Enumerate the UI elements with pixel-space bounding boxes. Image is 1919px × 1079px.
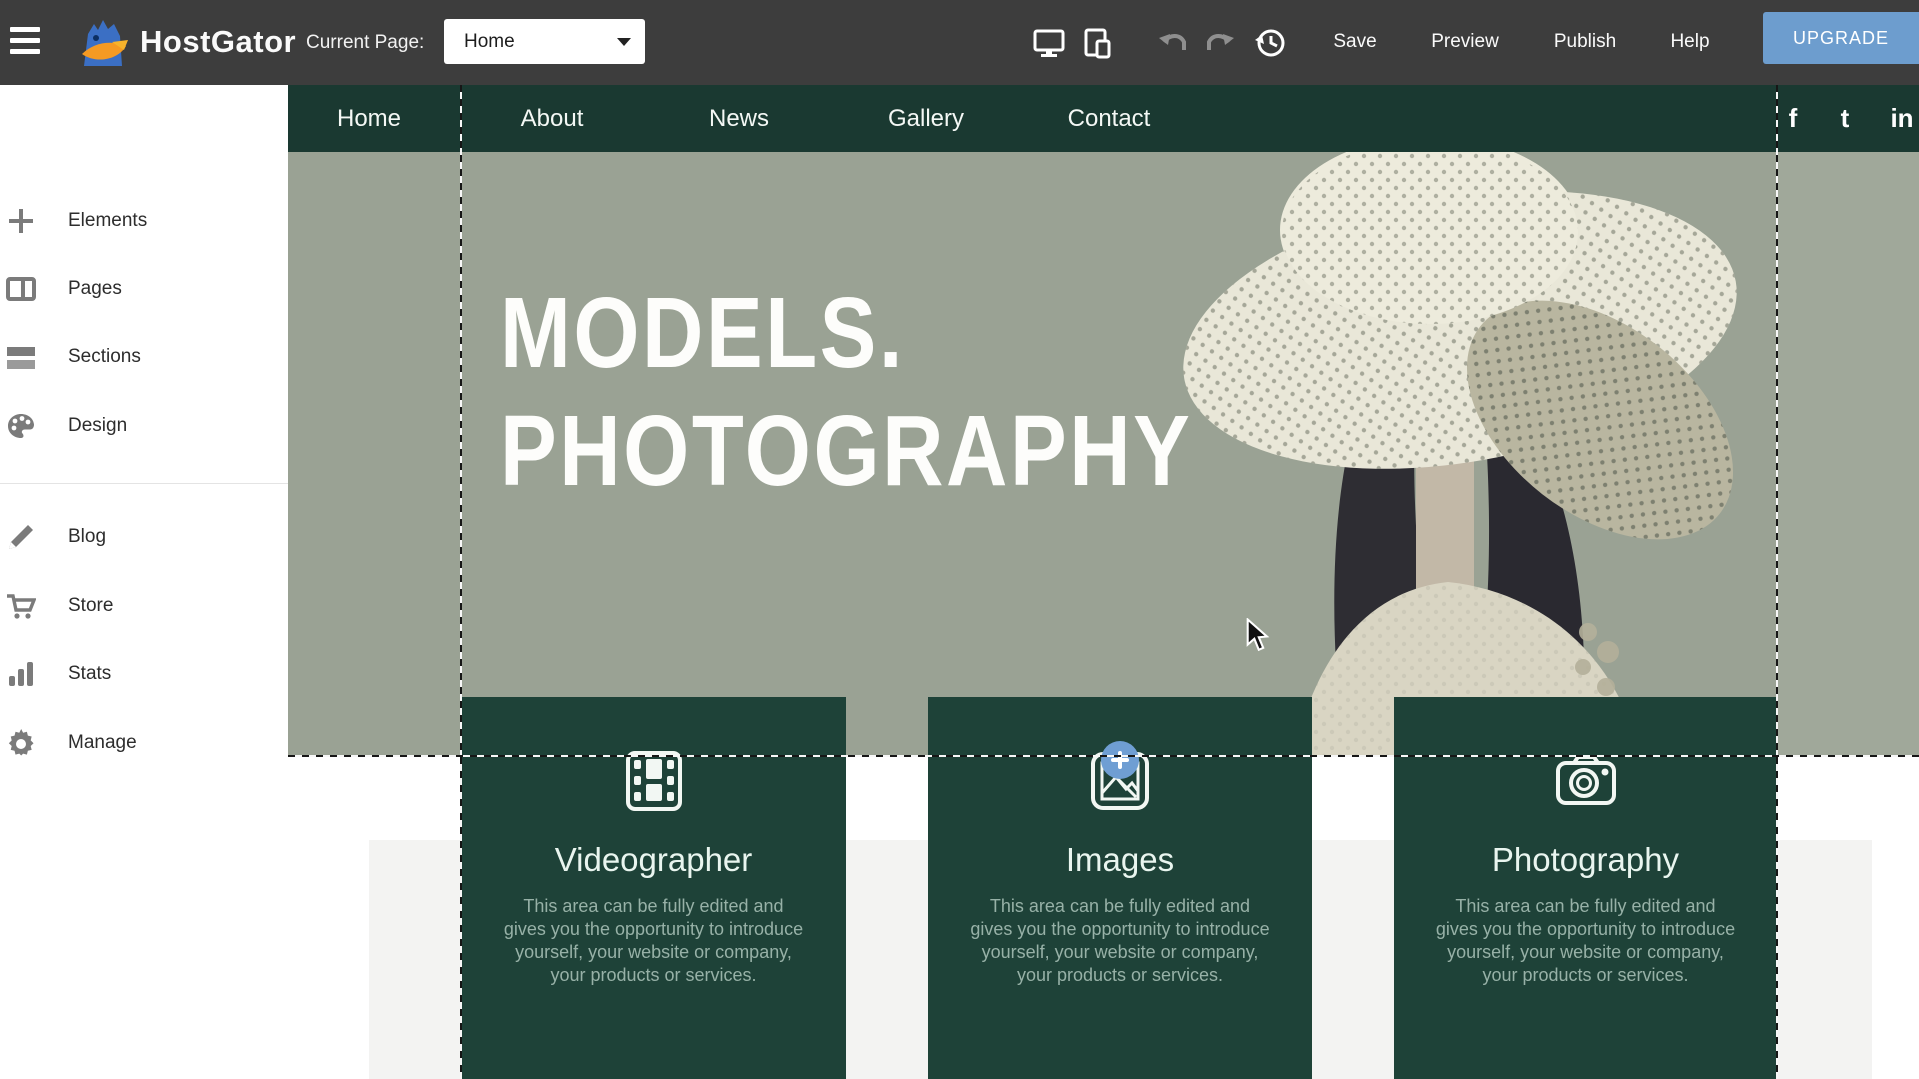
hamburger-menu-icon[interactable]	[10, 27, 44, 57]
sidebar-item-blog[interactable]: Blog	[0, 512, 288, 562]
hero-title-line1: MODELS.	[500, 274, 1192, 392]
preview-button[interactable]: Preview	[1431, 31, 1499, 53]
add-image-plus-badge-icon[interactable]	[1101, 741, 1139, 779]
chevron-down-icon	[617, 38, 631, 46]
camera-icon[interactable]	[1552, 747, 1620, 815]
page-select-dropdown[interactable]: Home	[444, 19, 645, 64]
current-page-label: Current Page:	[306, 32, 424, 54]
facebook-icon[interactable]: f	[1789, 85, 1798, 152]
palette-icon	[6, 411, 36, 441]
feature-card-images: Images This area can be fully edited and…	[928, 697, 1312, 1079]
help-button[interactable]: Help	[1670, 31, 1709, 53]
sidebar-item-pages[interactable]: Pages	[0, 264, 288, 314]
card-title[interactable]: Videographer	[461, 841, 846, 879]
brand-wordmark: HostGator	[140, 24, 296, 60]
editor-sidebar: Elements Pages Sections Design Blog Sto	[0, 85, 288, 1079]
sidebar-item-stats[interactable]: Stats	[0, 649, 288, 699]
sidebar-item-elements[interactable]: Elements	[0, 196, 288, 246]
redo-icon[interactable]	[1203, 26, 1237, 60]
pages-icon	[6, 274, 36, 304]
site-nav-about[interactable]: About	[521, 85, 584, 152]
sidebar-item-design[interactable]: Design	[0, 401, 288, 451]
card-body[interactable]: This area can be fully edited and gives …	[1435, 895, 1737, 987]
sidebar-item-manage[interactable]: Manage	[0, 718, 288, 768]
hostgator-logo: HostGator	[74, 16, 296, 68]
film-icon[interactable]	[620, 747, 688, 815]
card-title[interactable]: Images	[928, 841, 1312, 879]
site-nav-gallery[interactable]: Gallery	[888, 85, 964, 152]
sidebar-item-store[interactable]: Store	[0, 581, 288, 631]
feature-card-videographer: Videographer This area can be fully edit…	[461, 697, 846, 1079]
sidebar-item-sections[interactable]: Sections	[0, 332, 288, 382]
undo-icon[interactable]	[1156, 26, 1190, 60]
card-body[interactable]: This area can be fully edited and gives …	[969, 895, 1271, 987]
stats-icon	[6, 659, 36, 689]
history-icon[interactable]	[1253, 26, 1287, 60]
upgrade-button[interactable]: UPGRADE	[1763, 12, 1919, 64]
site-navbar: Home About News Gallery Contact f t in	[288, 85, 1919, 152]
pencil-icon	[6, 522, 36, 552]
mobile-view-icon[interactable]	[1080, 26, 1114, 60]
site-nav-home[interactable]: Home	[337, 85, 401, 152]
linkedin-icon[interactable]: in	[1890, 85, 1913, 152]
gator-mascot-icon	[74, 16, 132, 68]
feature-card-photography: Photography This area can be fully edite…	[1394, 697, 1777, 1079]
hero-image-section[interactable]: MODELS. PHOTOGRAPHY	[288, 152, 1919, 756]
site-nav-contact[interactable]: Contact	[1068, 85, 1151, 152]
publish-button[interactable]: Publish	[1554, 31, 1616, 53]
save-button[interactable]: Save	[1333, 31, 1376, 53]
plus-icon	[6, 206, 36, 236]
hero-title-line2: PHOTOGRAPHY	[500, 392, 1192, 510]
card-body[interactable]: This area can be fully edited and gives …	[503, 895, 805, 987]
cart-icon	[6, 591, 36, 621]
editor-topbar: HostGator Current Page: Home Save Previe…	[0, 0, 1919, 85]
card-title[interactable]: Photography	[1394, 841, 1777, 879]
sections-icon	[6, 342, 36, 372]
sidebar-divider	[0, 483, 288, 484]
page-select-value: Home	[464, 31, 617, 53]
site-nav-news[interactable]: News	[709, 85, 769, 152]
desktop-view-icon[interactable]	[1032, 26, 1066, 60]
gear-icon	[6, 728, 36, 758]
twitter-icon[interactable]: t	[1841, 85, 1850, 152]
site-canvas: Home About News Gallery Contact f t in	[288, 85, 1919, 1079]
hero-title[interactable]: MODELS. PHOTOGRAPHY	[500, 274, 1192, 510]
